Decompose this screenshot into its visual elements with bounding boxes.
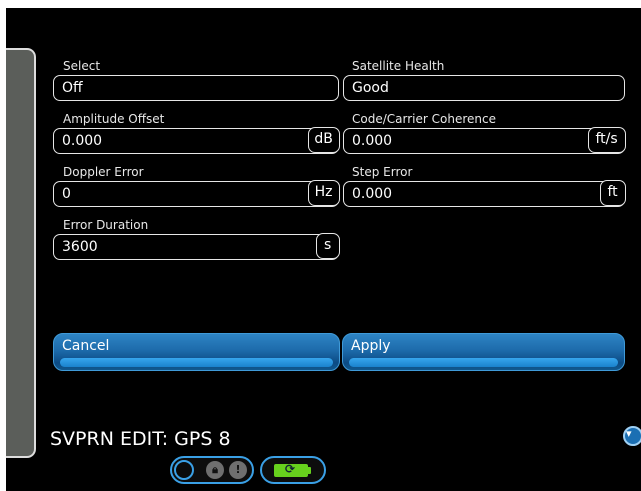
satellite-health-label: Satellite Health [352,59,445,73]
doppler-error-unit: Hz [307,180,340,207]
mode-toggle[interactable]: 🔒︎ ! [170,456,254,484]
amplitude-offset-value: 0.000 [62,133,103,149]
amplitude-offset-unit: dB [307,127,340,154]
battery-button[interactable]: ⟳ [260,456,326,484]
doppler-error-field[interactable]: 0 Hz [53,180,340,207]
code-carrier-unit: ft/s [587,127,626,154]
code-carrier-field[interactable]: 0.000 ft/s [343,127,626,154]
doppler-error-value: 0 [62,186,71,202]
satellite-health-value: Good [352,80,389,96]
select-label: Select [63,59,101,73]
select-field[interactable]: Off [53,75,339,101]
battery-tip [308,467,311,474]
step-error-value: 0.000 [352,186,393,202]
page-title: SVPRN EDIT: GPS 8 [50,428,231,450]
step-error-field[interactable]: 0.000 ft [343,180,626,207]
battery-charging-icon: ⟳ [274,462,308,477]
cancel-button-label: Cancel [62,338,110,354]
error-duration-unit: s [315,233,340,260]
satellite-health-field[interactable]: Good [343,75,625,101]
cancel-button[interactable]: Cancel [53,333,340,371]
code-carrier-value: 0.000 [352,133,393,149]
step-error-unit: ft [599,180,626,207]
screen: Select Off Satellite Health Good Amplitu… [6,8,641,491]
side-panel[interactable] [6,48,36,458]
doppler-error-label: Doppler Error [63,165,144,179]
step-error-label: Step Error [352,165,413,179]
cancel-button-highlight [60,358,333,367]
scroll-down-icon[interactable]: ▾ [623,426,641,446]
code-carrier-label: Code/Carrier Coherence [352,112,496,126]
apply-button-highlight [349,358,618,367]
amplitude-offset-label: Amplitude Offset [63,112,165,126]
error-duration-value: 3600 [62,239,98,255]
apply-button-label: Apply [351,338,391,354]
error-duration-field[interactable]: 3600 s [53,233,340,260]
amplitude-offset-field[interactable]: 0.000 dB [53,127,340,154]
apply-button[interactable]: Apply [342,333,625,371]
select-value: Off [62,80,83,96]
alert-icon[interactable]: ! [229,461,247,479]
lock-icon[interactable]: 🔒︎ [206,461,224,479]
error-duration-label: Error Duration [63,218,149,232]
circle-toggle-icon[interactable] [174,460,194,480]
